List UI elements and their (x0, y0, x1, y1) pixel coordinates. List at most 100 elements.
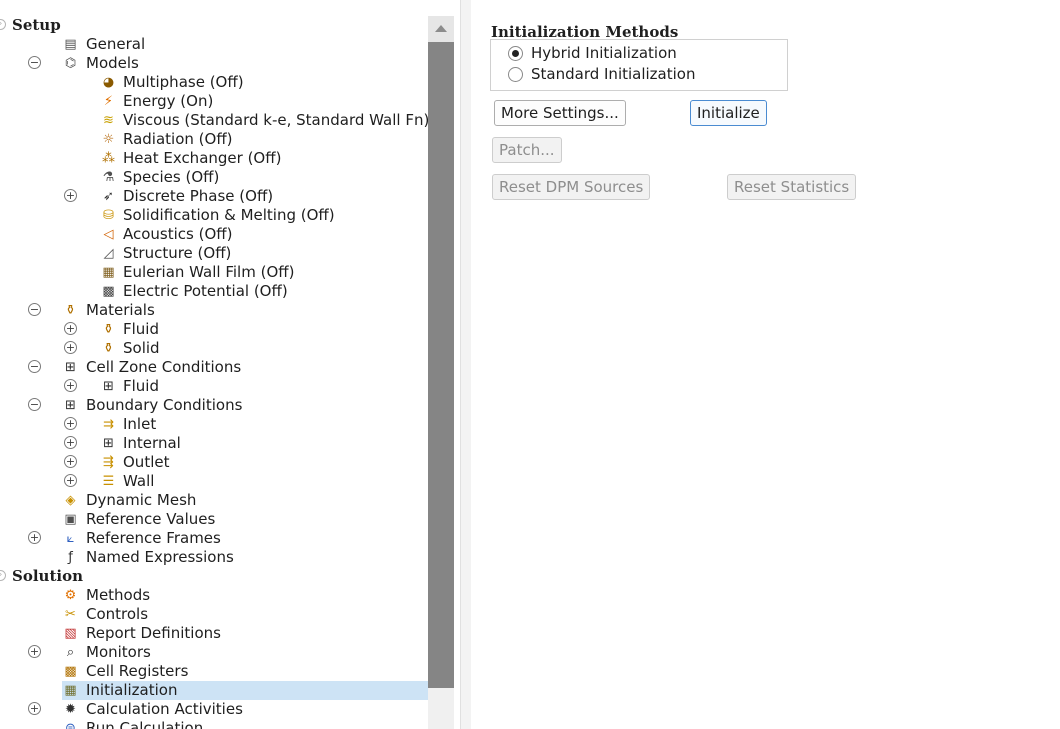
tree-scrollbar[interactable] (428, 16, 454, 729)
expand-icon[interactable]: + (64, 189, 77, 202)
tree-item-heat-exchanger-off[interactable]: ⁂ Heat Exchanger (Off) (0, 149, 428, 168)
tree-item-label: Solution (12, 567, 83, 585)
calculation-activities-icon: ✹ (65, 702, 76, 717)
tree-item-label: Setup (12, 16, 61, 34)
tree-item-general[interactable]: ▤ General (0, 35, 428, 54)
collapse-icon[interactable]: − (28, 303, 41, 316)
scroll-thumb[interactable] (428, 42, 454, 688)
tree-item-fluid[interactable]: + ⊞ Fluid (0, 377, 428, 396)
tree-item-monitors[interactable]: + ⌕ Monitors (0, 643, 428, 662)
expand-icon[interactable]: + (28, 645, 41, 658)
tree-item-initialization[interactable]: ▦ Initialization (62, 681, 428, 700)
more-settings-button[interactable]: More Settings... (494, 100, 626, 126)
discrete-phase-icon: ➶ (103, 189, 114, 204)
tree-item-label: Models (86, 54, 139, 72)
tree-item-label: Electric Potential (Off) (123, 282, 288, 300)
tree-item-dynamic-mesh[interactable]: ◈ Dynamic Mesh (0, 491, 428, 510)
expand-icon[interactable]: + (28, 531, 41, 544)
monitors-icon: ⌕ (66, 645, 75, 660)
tree-item-label: Internal (123, 434, 181, 452)
tree-item-label: Outlet (123, 453, 170, 471)
wall-film-icon: ▦ (102, 265, 115, 280)
expand-icon[interactable]: + (64, 341, 77, 354)
collapse-icon[interactable]: − (28, 398, 41, 411)
tree-item-wall[interactable]: + ☰ Wall (0, 472, 428, 491)
materials-icon: ⚱ (65, 303, 76, 318)
tree-item-label: Solid (123, 339, 160, 357)
tree-item-reference-frames[interactable]: + ⟀ Reference Frames (0, 529, 428, 548)
tree-item-label: Boundary Conditions (86, 396, 243, 414)
collapse-icon[interactable]: − (28, 360, 41, 373)
tree-item-outlet[interactable]: + ⇶ Outlet (0, 453, 428, 472)
tree-item-solid[interactable]: + ⚱ Solid (0, 339, 428, 358)
tree-item-methods[interactable]: ⚙ Methods (0, 586, 428, 605)
tree-item-named-expressions[interactable]: ƒ Named Expressions (0, 548, 428, 567)
hybrid-initialization-radio[interactable] (508, 46, 523, 61)
expand-icon[interactable]: + (28, 702, 41, 715)
tree-item-calculation-activities[interactable]: + ✹ Calculation Activities (0, 700, 428, 719)
section-expander-icon[interactable]: › (0, 19, 6, 30)
methods-icon: ⚙ (64, 588, 77, 603)
tree-item-solidification-melting-off[interactable]: ⛁ Solidification & Melting (Off) (0, 206, 428, 225)
tree-item-controls[interactable]: ✂ Controls (0, 605, 428, 624)
tree-item-solution[interactable]: › Solution (0, 567, 428, 586)
tree-item-label: Report Definitions (86, 624, 221, 642)
solid-material-icon: ⚱ (103, 341, 114, 356)
standard-initialization-label: Standard Initialization (531, 65, 696, 83)
tree-item-eulerian-wall-film-off[interactable]: ▦ Eulerian Wall Film (Off) (0, 263, 428, 282)
scroll-up-arrow-icon[interactable] (428, 16, 454, 42)
tree-item-internal[interactable]: + ⊞ Internal (0, 434, 428, 453)
tree-item-label: Eulerian Wall Film (Off) (123, 263, 295, 281)
tree-item-label: Reference Frames (86, 529, 221, 547)
patch-button[interactable]: Patch... (492, 137, 562, 163)
boundary-conditions-icon: ⊞ (65, 398, 76, 413)
expand-icon[interactable]: + (64, 455, 77, 468)
initialize-button[interactable]: Initialize (690, 100, 767, 126)
inlet-icon: ⇉ (103, 417, 114, 432)
tree-item-label: Discrete Phase (Off) (123, 187, 274, 205)
tree-item-label: Initialization (86, 681, 178, 699)
standard-initialization-radio[interactable] (508, 67, 523, 82)
tree-item-materials[interactable]: − ⚱ Materials (0, 301, 428, 320)
fluid-material-icon: ⚱ (103, 322, 114, 337)
tree-item-energy-on[interactable]: ⚡ Energy (On) (0, 92, 428, 111)
internal-icon: ⊞ (103, 436, 114, 451)
expand-icon[interactable]: + (64, 322, 77, 335)
tree-item-cell-registers[interactable]: ▩ Cell Registers (0, 662, 428, 681)
tree-item-report-definitions[interactable]: ▧ Report Definitions (0, 624, 428, 643)
tree-item-label: Wall (123, 472, 155, 490)
tree-item-inlet[interactable]: + ⇉ Inlet (0, 415, 428, 434)
tree-item-species-off[interactable]: ⚗ Species (Off) (0, 168, 428, 187)
section-expander-icon[interactable]: › (0, 570, 6, 581)
reset-dpm-sources-button[interactable]: Reset DPM Sources (492, 174, 651, 200)
expand-icon[interactable]: + (64, 474, 77, 487)
tree-item-run-calculation[interactable]: ⊜ Run Calculation (0, 719, 428, 729)
tree-item-acoustics-off[interactable]: ◁ Acoustics (Off) (0, 225, 428, 244)
tree-item-label: Dynamic Mesh (86, 491, 197, 509)
tree-item-boundary-conditions[interactable]: − ⊞ Boundary Conditions (0, 396, 428, 415)
tree-item-label: Cell Registers (86, 662, 189, 680)
tree-item-multiphase-off[interactable]: ◕ Multiphase (Off) (0, 73, 428, 92)
heat-exchanger-icon: ⁂ (102, 151, 115, 166)
tree-item-label: Species (Off) (123, 168, 220, 186)
tree-item-electric-potential-off[interactable]: ▩ Electric Potential (Off) (0, 282, 428, 301)
expand-icon[interactable]: + (64, 436, 77, 449)
reset-statistics-button[interactable]: Reset Statistics (727, 174, 857, 200)
tree-item-radiation-off[interactable]: ☼ Radiation (Off) (0, 130, 428, 149)
expand-icon[interactable]: + (64, 379, 77, 392)
tree-item-fluid[interactable]: + ⚱ Fluid (0, 320, 428, 339)
tree-item-cell-zone-conditions[interactable]: − ⊞ Cell Zone Conditions (0, 358, 428, 377)
collapse-icon[interactable]: − (28, 56, 41, 69)
general-icon: ▤ (64, 37, 77, 52)
tree-item-discrete-phase-off[interactable]: + ➶ Discrete Phase (Off) (0, 187, 428, 206)
controls-icon: ✂ (65, 607, 76, 622)
expand-icon[interactable]: + (64, 417, 77, 430)
cell-registers-icon: ▩ (64, 664, 77, 679)
tree-item-structure-off[interactable]: ◿ Structure (Off) (0, 244, 428, 263)
task-page-initialization: Initialization Methods Hybrid Initializa… (471, 0, 1060, 729)
tree-item-setup[interactable]: › Setup (0, 16, 428, 35)
tree-item-models[interactable]: − ⌬ Models (0, 54, 428, 73)
dynamic-mesh-icon: ◈ (65, 493, 76, 508)
tree-item-reference-values[interactable]: ▣ Reference Values (0, 510, 428, 529)
tree-item-viscous-standard-k-e-standard-wall-fn[interactable]: ≋ Viscous (Standard k-e, Standard Wall Fn… (0, 111, 428, 130)
